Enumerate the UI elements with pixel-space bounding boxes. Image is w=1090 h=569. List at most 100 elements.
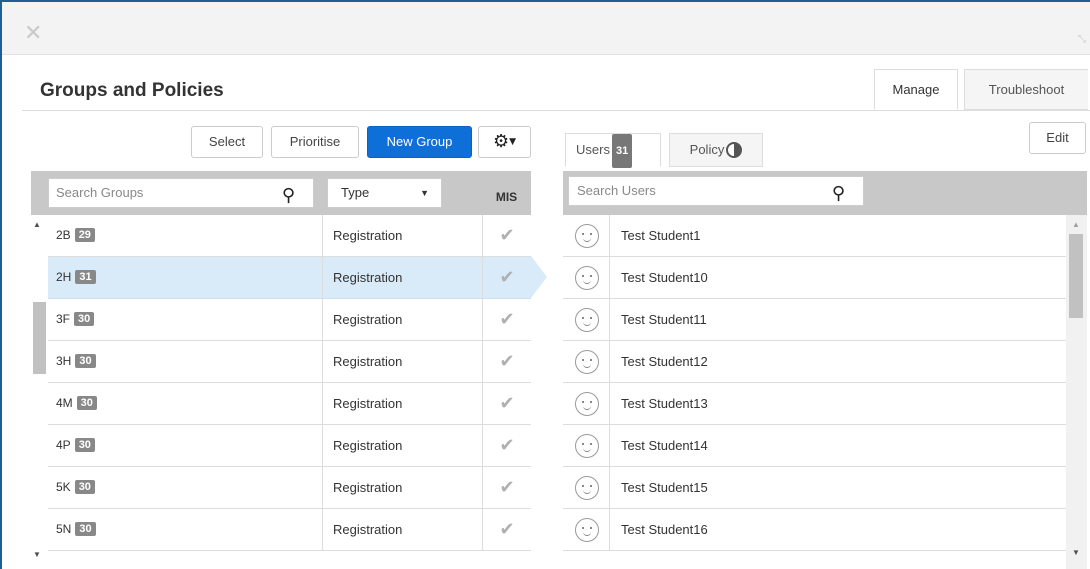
group-name: 2H 31 (56, 270, 96, 285)
user-name: Test Student15 (621, 480, 708, 495)
user-row[interactable]: Test Student12 (563, 341, 1066, 383)
member-count-badge: 29 (74, 228, 95, 242)
tabs-divider (22, 110, 1090, 111)
member-count-badge: 31 (75, 270, 96, 284)
caret-down-icon: ▼ (509, 137, 517, 147)
user-avatar-icon (575, 434, 599, 458)
member-count-badge: 30 (74, 312, 95, 326)
group-type: Registration (322, 383, 482, 424)
group-type: Registration (322, 215, 482, 256)
chevron-down-icon: ▼ (420, 188, 429, 198)
member-count-badge: 30 (75, 522, 96, 536)
group-row[interactable]: 4M 30 Registration ✔ (48, 383, 531, 425)
user-row[interactable]: Test Student13 (563, 383, 1066, 425)
user-row[interactable]: Test Student14 (563, 425, 1066, 467)
groups-policies-window: ✕ ⤡ Groups and Policies Manage Troublesh… (0, 0, 1090, 569)
resize-icon[interactable]: ⤡ (1078, 34, 1086, 45)
window-titlebar: ✕ ⤡ (2, 2, 1090, 55)
mis-check-icon: ✔ (482, 257, 531, 298)
prioritise-button[interactable]: Prioritise (271, 126, 359, 158)
mis-check-icon: ✔ (482, 215, 531, 256)
group-row[interactable]: 2B 29 Registration ✔ (48, 215, 531, 257)
user-avatar-icon (575, 224, 599, 248)
mis-check-icon: ✔ (482, 383, 531, 424)
user-name: Test Student12 (621, 354, 708, 369)
group-type: Registration (322, 467, 482, 508)
mis-check-icon: ✔ (482, 299, 531, 340)
search-icon[interactable]: ⚲ (282, 182, 295, 210)
mis-column-header: MIS (495, 190, 518, 204)
group-type: Registration (322, 257, 482, 298)
search-icon[interactable]: ⚲ (832, 180, 845, 208)
type-filter-value: Type (341, 185, 370, 200)
users-scrollbar-thumb[interactable] (1069, 234, 1083, 318)
tab-manage[interactable]: Manage (874, 69, 958, 110)
member-count-badge: 30 (75, 354, 96, 368)
member-count-badge: 30 (76, 396, 97, 410)
user-row[interactable]: Test Student15 (563, 467, 1066, 509)
group-type: Registration (322, 299, 482, 340)
groups-scrollbar-thumb[interactable] (33, 302, 46, 374)
user-avatar-icon (575, 476, 599, 500)
user-name: Test Student14 (621, 438, 708, 453)
page-title: Groups and Policies (40, 80, 224, 101)
group-name: 4P 30 (56, 438, 95, 453)
group-name: 4M 30 (56, 396, 97, 411)
search-users-placeholder: Search Users (577, 183, 656, 198)
users-count-badge: 31 (611, 134, 633, 168)
user-name: Test Student13 (621, 396, 708, 411)
scroll-up-icon[interactable]: ▲ (33, 220, 41, 229)
user-row[interactable]: Test Student1 (563, 215, 1066, 257)
mis-check-icon: ✔ (482, 467, 531, 508)
type-filter-select[interactable]: Type ▼ (327, 178, 442, 208)
group-row-selected[interactable]: 2H 31 Registration ✔ (48, 257, 531, 299)
mis-check-icon: ✔ (482, 425, 531, 466)
scroll-down-icon[interactable]: ▼ (1072, 548, 1080, 557)
scroll-up-icon[interactable]: ▲ (1072, 220, 1080, 229)
search-groups-placeholder: Search Groups (56, 185, 144, 200)
group-row[interactable]: 3F 30 Registration ✔ (48, 299, 531, 341)
group-name: 5N 30 (56, 522, 96, 537)
tab-policy-label: Policy (689, 142, 725, 157)
mis-check-icon: ✔ (482, 509, 531, 550)
tab-troubleshoot[interactable]: Troubleshoot (964, 69, 1088, 110)
group-row[interactable]: 5N 30 Registration ✔ (48, 509, 531, 551)
edit-button[interactable]: Edit (1029, 122, 1086, 154)
group-type: Registration (322, 425, 482, 466)
user-avatar-icon (575, 518, 599, 542)
group-row[interactable]: 4P 30 Registration ✔ (48, 425, 531, 467)
gear-icon: ⚙ (492, 131, 510, 152)
select-button[interactable]: Select (191, 126, 263, 158)
group-name: 3H 30 (56, 354, 96, 369)
tab-users-label: Users (576, 142, 610, 157)
mis-check-icon: ✔ (482, 341, 531, 382)
groups-scrollbar[interactable] (31, 215, 48, 569)
user-avatar-icon (575, 350, 599, 374)
group-name: 5K 30 (56, 480, 95, 495)
user-avatar-icon (575, 392, 599, 416)
selection-pointer (531, 256, 547, 298)
group-type: Registration (322, 341, 482, 382)
user-name: Test Student1 (621, 228, 701, 243)
member-count-badge: 30 (74, 480, 95, 494)
user-row[interactable]: Test Student10 (563, 257, 1066, 299)
new-group-button[interactable]: New Group (367, 126, 472, 158)
tab-users[interactable]: Users 31 (565, 133, 661, 168)
user-row[interactable]: Test Student11 (563, 299, 1066, 341)
settings-dropdown-button[interactable]: ⚙▼ (478, 126, 531, 158)
user-name: Test Student16 (621, 522, 708, 537)
close-icon[interactable]: ✕ (24, 23, 42, 45)
scroll-down-icon[interactable]: ▼ (33, 550, 41, 559)
group-row[interactable]: 5K 30 Registration ✔ (48, 467, 531, 509)
policy-status-icon (726, 141, 743, 158)
user-row[interactable]: Test Student16 (563, 509, 1066, 551)
group-name: 3F 30 (56, 312, 95, 327)
member-count-badge: 30 (74, 438, 95, 452)
tab-policy[interactable]: Policy (669, 133, 763, 167)
user-avatar-icon (575, 308, 599, 332)
group-type: Registration (322, 509, 482, 550)
search-groups-input[interactable]: Search Groups ⚲ (48, 178, 314, 208)
search-users-input[interactable]: Search Users ⚲ (568, 176, 864, 206)
group-name: 2B 29 (56, 228, 95, 243)
group-row[interactable]: 3H 30 Registration ✔ (48, 341, 531, 383)
